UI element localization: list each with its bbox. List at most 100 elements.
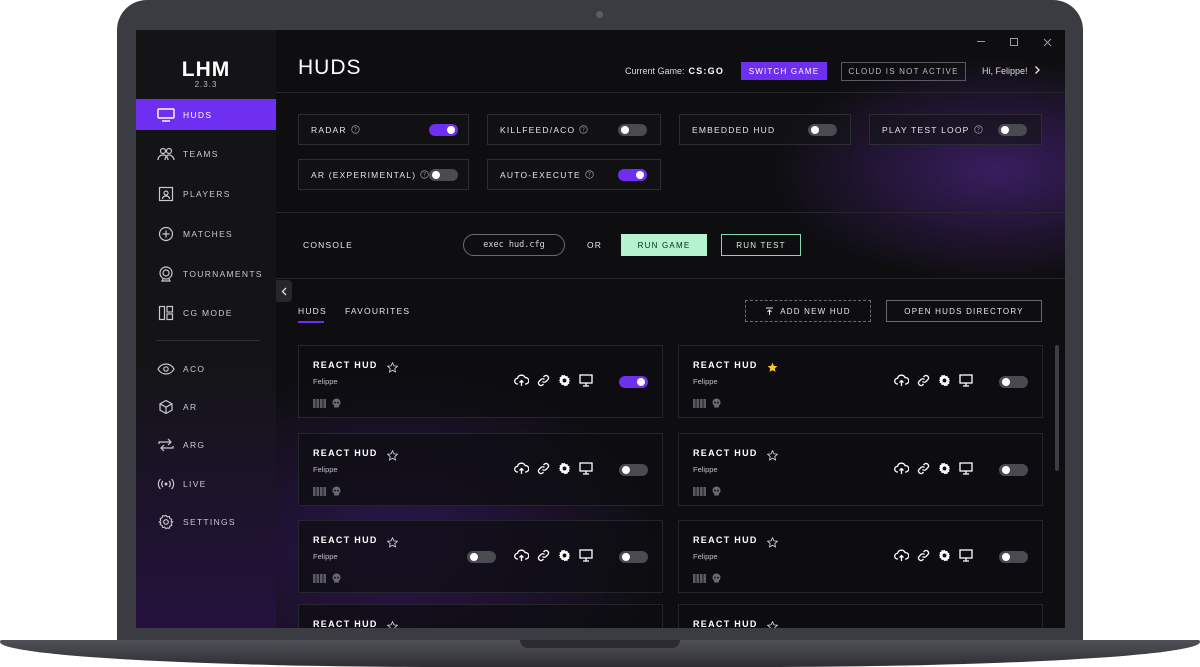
hud-enable-toggle[interactable] xyxy=(619,464,648,476)
monitor-icon[interactable] xyxy=(579,462,593,475)
console-command-input[interactable] xyxy=(463,234,565,256)
monitor-icon[interactable] xyxy=(959,462,973,475)
maximize-button[interactable] xyxy=(1007,35,1021,49)
help-icon[interactable]: ? xyxy=(585,170,594,179)
tab-favourites[interactable]: FAVOURITES xyxy=(345,306,410,316)
gear-icon[interactable] xyxy=(558,374,571,387)
embedded-hud-toggle[interactable] xyxy=(808,124,837,136)
hud-enable-toggle[interactable] xyxy=(999,464,1028,476)
hud-enable-toggle[interactable] xyxy=(619,551,648,563)
sidebar-item-matches[interactable]: MATCHES xyxy=(136,218,276,249)
star-outline-icon[interactable] xyxy=(386,533,399,552)
star-outline-icon[interactable] xyxy=(386,617,399,628)
sidebar-item-huds[interactable]: HUDS xyxy=(136,99,276,130)
gear-icon[interactable] xyxy=(558,462,571,475)
upload-icon xyxy=(765,307,774,316)
link-icon[interactable] xyxy=(537,462,550,475)
active-tab-indicator xyxy=(298,321,324,323)
toggles-divider xyxy=(276,212,1065,213)
cloud-upload-icon[interactable] xyxy=(894,462,909,475)
star-outline-icon[interactable] xyxy=(766,617,779,628)
users-icon xyxy=(156,144,176,164)
star-outline-icon[interactable] xyxy=(766,446,779,465)
sidebar-item-live[interactable]: LIVE xyxy=(136,468,276,499)
hud-enable-toggle[interactable] xyxy=(999,376,1028,388)
hud-enable-toggle[interactable] xyxy=(619,376,648,388)
cloud-upload-icon[interactable] xyxy=(514,549,529,562)
sidebar-item-aco[interactable]: ACO xyxy=(136,353,276,384)
sidebar-item-players[interactable]: PLAYERS xyxy=(136,178,276,209)
sidebar-item-label: MATCHES xyxy=(183,228,234,239)
hud-author: Felippe xyxy=(313,377,338,386)
help-icon[interactable]: ? xyxy=(351,125,360,134)
hud-name: REACT HUD xyxy=(693,535,758,545)
monitor-icon[interactable] xyxy=(579,549,593,562)
svg-text:?: ? xyxy=(588,172,591,179)
monitor-icon[interactable] xyxy=(959,549,973,562)
star-outline-icon[interactable] xyxy=(766,533,779,552)
scrollbar[interactable] xyxy=(1055,345,1059,471)
link-icon[interactable] xyxy=(537,374,550,387)
link-icon[interactable] xyxy=(537,549,550,562)
sidebar-item-label: SETTINGS xyxy=(183,516,236,527)
cloud-upload-icon[interactable] xyxy=(514,374,529,387)
sidebar-item-label: ACO xyxy=(183,363,206,374)
hud-card: REACT HUD Felippe xyxy=(678,520,1043,593)
ar-toggle[interactable] xyxy=(429,169,458,181)
hud-card: REACT HUD Felippe xyxy=(298,433,663,506)
add-new-hud-button[interactable]: ADD NEW HUD xyxy=(745,300,871,322)
close-button[interactable] xyxy=(1040,35,1054,49)
switch-game-button[interactable]: SWITCH GAME xyxy=(741,62,827,80)
monitor-icon[interactable] xyxy=(579,374,593,387)
hud-enable-toggle[interactable] xyxy=(999,551,1028,563)
open-huds-directory-button[interactable]: OPEN HUDS DIRECTORY xyxy=(886,300,1042,322)
chevron-right-icon[interactable] xyxy=(1034,65,1041,75)
sidebar-item-arg[interactable]: ARG xyxy=(136,429,276,460)
cs-map-icon xyxy=(693,568,706,587)
hud-card: REACT HUD xyxy=(298,604,663,628)
minimize-button[interactable] xyxy=(974,35,988,49)
star-outline-icon[interactable] xyxy=(386,446,399,465)
radar-toggle[interactable] xyxy=(429,124,458,136)
sidebar-divider xyxy=(156,340,260,341)
hud-name: REACT HUD xyxy=(313,360,378,370)
header-divider xyxy=(276,92,1065,93)
auto-execute-toggle[interactable] xyxy=(618,169,647,181)
help-icon[interactable]: ? xyxy=(579,125,589,134)
link-icon[interactable] xyxy=(917,374,930,387)
player-card-icon xyxy=(156,184,176,204)
hud-card: REACT HUD Felippe xyxy=(678,433,1043,506)
cloud-status-button[interactable]: CLOUD IS NOT ACTIVE xyxy=(841,62,966,81)
run-test-button[interactable]: RUN TEST xyxy=(721,234,801,256)
tab-huds[interactable]: HUDS xyxy=(298,306,327,316)
gear-icon[interactable] xyxy=(938,374,951,387)
help-icon[interactable]: ? xyxy=(973,125,983,134)
play-test-loop-toggle[interactable] xyxy=(998,124,1027,136)
sidebar-item-teams[interactable]: TEAMS xyxy=(136,138,276,169)
link-icon[interactable] xyxy=(917,462,930,475)
help-icon[interactable]: ? xyxy=(420,170,429,179)
sidebar-item-label: LIVE xyxy=(183,478,207,489)
hud-secondary-toggle[interactable] xyxy=(467,551,496,563)
gear-icon[interactable] xyxy=(938,549,951,562)
cloud-upload-icon[interactable] xyxy=(894,549,909,562)
sidebar-item-ar[interactable]: AR xyxy=(136,391,276,422)
sidebar-item-cg-mode[interactable]: CG MODE xyxy=(136,297,276,328)
cloud-upload-icon[interactable] xyxy=(894,374,909,387)
collapse-sidebar-button[interactable] xyxy=(276,280,292,302)
killfeed-toggle[interactable] xyxy=(618,124,647,136)
sidebar-item-label: TOURNAMENTS xyxy=(183,268,263,279)
user-greeting[interactable]: Hi, Felippe! xyxy=(982,66,1028,76)
sidebar-item-settings[interactable]: SETTINGS xyxy=(136,506,276,537)
gear-icon[interactable] xyxy=(558,549,571,562)
hud-actions xyxy=(894,374,973,387)
sidebar-item-tournaments[interactable]: TOURNAMENTS xyxy=(136,258,276,289)
run-game-button[interactable]: RUN GAME xyxy=(621,234,707,256)
gear-icon[interactable] xyxy=(938,462,951,475)
link-icon[interactable] xyxy=(917,549,930,562)
star-outline-icon[interactable] xyxy=(386,358,399,377)
monitor-icon[interactable] xyxy=(959,374,973,387)
cloud-upload-icon[interactable] xyxy=(514,462,529,475)
toggle-card-auto-execute: AUTO-EXECUTE ? xyxy=(487,159,661,190)
star-filled-icon[interactable] xyxy=(767,358,778,377)
